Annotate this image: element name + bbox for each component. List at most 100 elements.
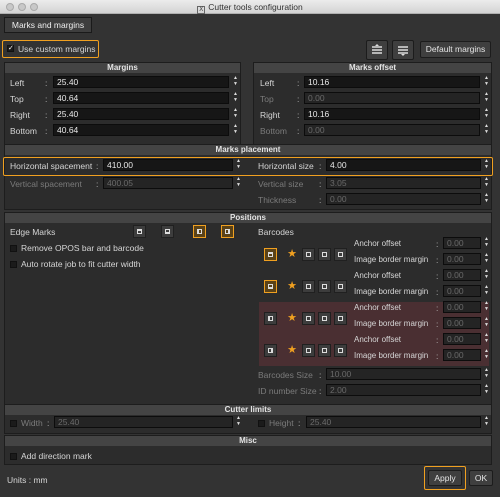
edge-marks-label: Edge Marks <box>10 227 56 237</box>
barcode-row1-corner-tl-button[interactable] <box>302 248 315 261</box>
barcodes-size-input: 10.00 <box>326 368 481 380</box>
width-checkbox[interactable] <box>10 420 17 427</box>
barcode-row1-position-button[interactable] <box>264 248 277 261</box>
offset-left-input[interactable]: 10.16 <box>304 76 480 88</box>
horizontal-spacement-label: Horizontal spacement <box>10 161 93 171</box>
barcode-row3-corner-bl-button[interactable] <box>334 312 347 325</box>
units-label: Units : mm <box>7 475 48 485</box>
height-checkbox[interactable] <box>258 420 265 427</box>
apply-button[interactable]: Apply <box>428 470 462 486</box>
thickness-stepper <box>483 192 491 205</box>
vertical-spacement-input: 400.05 <box>103 177 233 189</box>
barcodes-size-stepper <box>483 367 491 380</box>
use-custom-margins-label: Use custom margins <box>18 44 96 54</box>
positions-header: Positions <box>5 213 491 223</box>
ok-button[interactable]: OK <box>469 470 493 486</box>
height-input: 25.40 <box>306 416 481 428</box>
horizontal-size-input[interactable]: 4.00 <box>326 159 481 171</box>
use-custom-margins-checkbox[interactable]: ✓ <box>7 45 14 52</box>
id-number-size-stepper <box>483 383 491 396</box>
stack-arrow-icon <box>372 44 382 54</box>
horizontal-spacement-input[interactable]: 410.00 <box>103 159 233 171</box>
barcode-row4-border-label: Image border margin <box>354 351 429 360</box>
horizontal-size-label: Horizontal size <box>258 161 314 171</box>
barcode-row2-border-label: Image border margin <box>354 287 429 296</box>
barcode-row4-border-stepper <box>483 348 491 361</box>
barcode-row2-anchor-stepper <box>483 268 491 281</box>
thickness-input: 0.00 <box>326 193 481 205</box>
add-direction-mark-label: Add direction mark <box>21 451 92 461</box>
barcode-row3-anchor-input: 0.00 <box>443 301 481 313</box>
barcode-row1-anchor-input: 0.00 <box>443 237 481 249</box>
barcode-row3-position-button[interactable] <box>264 312 277 325</box>
margin-top-stepper[interactable] <box>232 91 240 104</box>
edge-mark-top-button[interactable] <box>133 225 146 238</box>
x11-icon: X <box>197 6 206 14</box>
edge-mark-bottom-button[interactable] <box>161 225 174 238</box>
margin-right-input[interactable]: 25.40 <box>53 108 229 120</box>
width-stepper <box>235 415 243 428</box>
vertical-spacement-label: Vertical spacement <box>10 179 82 189</box>
barcode-row1-center-button[interactable] <box>318 248 331 261</box>
horizontal-spacement-stepper[interactable] <box>235 158 243 171</box>
offset-right-input[interactable]: 10.16 <box>304 108 480 120</box>
barcode-row4-corner-br-button[interactable] <box>334 344 347 357</box>
import-margins-button[interactable] <box>366 40 388 60</box>
edge-mark-right-button[interactable] <box>221 225 234 238</box>
offset-right-stepper[interactable] <box>483 107 491 120</box>
barcode-row1-border-stepper <box>483 252 491 265</box>
barcode-row1-corner-tr-button[interactable] <box>334 248 347 261</box>
vertical-spacement-stepper <box>235 176 243 189</box>
offset-left-label: Left <box>260 78 275 88</box>
offset-left-stepper[interactable] <box>483 75 491 88</box>
edge-mark-left-button[interactable] <box>193 225 206 238</box>
margin-left-stepper[interactable] <box>232 75 240 88</box>
barcode-row4-corner-tr-button[interactable] <box>302 344 315 357</box>
offset-bottom-label: Bottom <box>260 126 287 136</box>
auto-rotate-checkbox[interactable] <box>10 261 17 268</box>
thickness-label: Thickness <box>258 195 297 205</box>
barcode-row2-star-icon[interactable]: ★ <box>286 280 298 292</box>
barcode-row4-anchor-input: 0.00 <box>443 333 481 345</box>
tab-marks-and-margins[interactable]: Marks and margins <box>4 17 92 33</box>
barcode-row3-border-label: Image border margin <box>354 319 429 328</box>
barcode-row3-center-button[interactable] <box>318 312 331 325</box>
barcodes-size-label: Barcodes Size <box>258 370 313 380</box>
remove-opos-checkbox[interactable] <box>10 245 17 252</box>
barcode-row4-star-icon[interactable]: ★ <box>286 344 298 356</box>
barcode-row2-position-button[interactable] <box>264 280 277 293</box>
id-number-size-label: ID number Size <box>258 386 317 396</box>
barcode-row2-border-stepper <box>483 284 491 297</box>
barcode-row2-corner-br-button[interactable] <box>334 280 347 293</box>
barcode-row4-position-button[interactable] <box>264 344 277 357</box>
export-margins-button[interactable] <box>392 40 414 60</box>
barcode-row3-corner-tl-button[interactable] <box>302 312 315 325</box>
margin-right-stepper[interactable] <box>232 107 240 120</box>
barcode-row3-anchor-label: Anchor offset <box>354 303 401 312</box>
stack-arrow-down-icon <box>398 46 408 56</box>
add-direction-mark-checkbox[interactable] <box>10 453 17 460</box>
barcode-row1-star-icon[interactable]: ★ <box>286 248 298 260</box>
margin-left-input[interactable]: 25.40 <box>53 76 229 88</box>
barcode-row4-center-button[interactable] <box>318 344 331 357</box>
width-label: Width <box>21 418 43 428</box>
misc-header: Misc <box>5 436 491 446</box>
barcode-row2-center-button[interactable] <box>318 280 331 293</box>
id-number-size-input: 2.00 <box>326 384 481 396</box>
margin-bottom-stepper[interactable] <box>232 123 240 136</box>
barcode-row2-border-input: 0.00 <box>443 285 481 297</box>
vertical-size-stepper <box>483 176 491 189</box>
margin-top-input[interactable]: 40.64 <box>53 92 229 104</box>
barcode-row2-corner-bl-button[interactable] <box>302 280 315 293</box>
barcode-row4-anchor-stepper <box>483 332 491 345</box>
margin-bottom-input[interactable]: 40.64 <box>53 124 229 136</box>
barcode-row1-anchor-stepper <box>483 236 491 249</box>
barcode-row3-star-icon[interactable]: ★ <box>286 312 298 324</box>
default-margins-button[interactable]: Default margins <box>420 41 491 58</box>
barcode-row3-border-stepper <box>483 316 491 329</box>
offset-bottom-stepper <box>483 123 491 136</box>
vertical-size-input: 3.05 <box>326 177 481 189</box>
offset-top-stepper <box>483 91 491 104</box>
horizontal-size-stepper[interactable] <box>483 158 491 171</box>
window-title: Cutter tools configuration <box>208 2 303 12</box>
